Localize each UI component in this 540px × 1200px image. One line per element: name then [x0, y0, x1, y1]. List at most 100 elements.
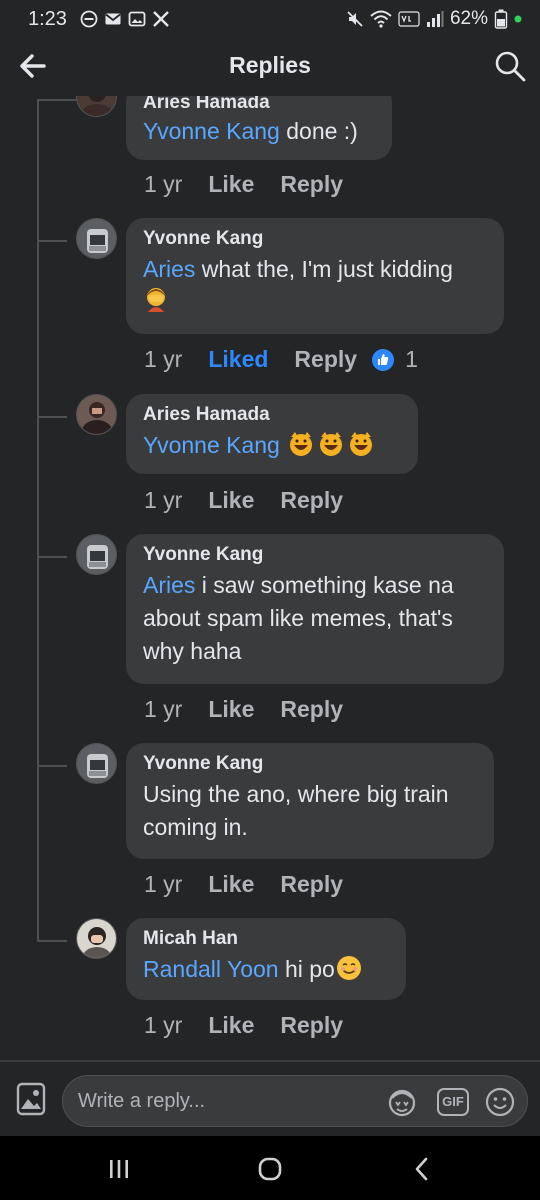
- comment-text: Aries what the, I'm just kidding: [143, 256, 453, 282]
- comment-actions: 1 yr Like Reply: [144, 487, 343, 514]
- app-header: Replies: [0, 38, 540, 96]
- active-dot-icon: [514, 15, 522, 23]
- thread-connector-line: [37, 99, 39, 941]
- home-icon[interactable]: [250, 1154, 290, 1184]
- person-facepalming-emoji-icon: [147, 288, 165, 312]
- search-icon[interactable]: [492, 48, 528, 84]
- mute-icon: [347, 11, 363, 27]
- comment-time[interactable]: 1 yr: [144, 171, 182, 198]
- avatar-image: [77, 219, 116, 258]
- avatar[interactable]: [76, 218, 117, 259]
- reply-button[interactable]: Reply: [280, 171, 343, 198]
- mail-icon: [105, 13, 121, 25]
- comment-bubble[interactable]: Yvonne Kang Aries what the, I'm just kid…: [126, 218, 504, 334]
- reply-button[interactable]: Reply: [280, 487, 343, 514]
- thread-connector-branch: [37, 556, 67, 558]
- status-time: 1:23: [28, 8, 67, 30]
- reply-button[interactable]: Reply: [280, 1012, 343, 1039]
- avatar[interactable]: [76, 96, 117, 117]
- page-title: Replies: [229, 52, 311, 78]
- avatar-image: [77, 395, 116, 434]
- comment-bubble[interactable]: Aries Hamada Yvonne Kang done :): [126, 96, 392, 160]
- recent-apps-icon[interactable]: [99, 1154, 139, 1184]
- grinning-cat-emoji-icon: [289, 432, 312, 456]
- avatar-image: [77, 744, 116, 783]
- back-nav-icon[interactable]: [402, 1154, 442, 1184]
- system-status: 62%: [346, 8, 522, 30]
- grinning-cat-emoji-icon: [319, 432, 342, 456]
- comment-text: Randall Yoon hi po: [143, 953, 389, 986]
- signal-icon: [426, 11, 444, 27]
- gif-button[interactable]: GIF: [437, 1088, 469, 1116]
- comment-author[interactable]: Yvonne Kang: [143, 228, 487, 250]
- liked-button[interactable]: Liked: [208, 346, 268, 373]
- like-button[interactable]: Like: [208, 1012, 254, 1039]
- comment-text: Using the ano, where big train coming in…: [143, 781, 449, 840]
- thread-connector-branch: [37, 765, 67, 767]
- grinning-cat-emoji-icon: [349, 432, 372, 456]
- reply-input-field[interactable]: GIF: [62, 1075, 528, 1127]
- comment-author[interactable]: Aries Hamada: [143, 96, 375, 114]
- do-not-disturb-icon: [80, 10, 98, 28]
- notification-icons: [80, 10, 170, 28]
- mention-link[interactable]: Yvonne Kang: [143, 118, 280, 144]
- comment-bubble[interactable]: Yvonne Kang Using the ano, where big tra…: [126, 743, 494, 859]
- thread-connector-branch: [37, 940, 67, 942]
- wifi-icon: [370, 10, 392, 28]
- photo-icon[interactable]: [16, 1082, 46, 1116]
- comment-text: Yvonne Kang done :): [143, 118, 358, 144]
- volte-icon: [398, 11, 420, 27]
- mention-link[interactable]: Randall Yoon: [143, 956, 279, 982]
- comment-time[interactable]: 1 yr: [144, 487, 182, 514]
- like-button[interactable]: Like: [208, 871, 254, 898]
- emoji-icon[interactable]: [483, 1086, 517, 1118]
- reply-button[interactable]: Reply: [280, 871, 343, 898]
- comment-bubble[interactable]: Micah Han Randall Yoon hi po: [126, 918, 406, 1000]
- comment-actions: 1 yr Liked Reply 1: [144, 346, 418, 373]
- thread-connector-branch: [37, 416, 67, 418]
- reply-composer: GIF: [0, 1062, 540, 1136]
- comment-emoji-line: [143, 286, 487, 316]
- avatar-sticker-icon[interactable]: [385, 1086, 419, 1118]
- comment-actions: 1 yr Like Reply: [144, 696, 343, 723]
- comment-text: Yvonne Kang: [143, 429, 401, 462]
- avatar-image: [77, 96, 116, 116]
- comment-time[interactable]: 1 yr: [144, 871, 182, 898]
- avatar[interactable]: [76, 743, 117, 784]
- like-button[interactable]: Like: [208, 171, 254, 198]
- like-button[interactable]: Like: [208, 487, 254, 514]
- gallery-icon: [128, 11, 146, 27]
- battery-icon: [494, 9, 508, 29]
- battery-percent: 62%: [449, 8, 488, 29]
- reply-input[interactable]: [78, 1086, 378, 1116]
- x-app-icon: [153, 11, 169, 27]
- comment-actions: 1 yr Like Reply: [144, 171, 343, 198]
- comment-actions: 1 yr Like Reply: [144, 1012, 343, 1039]
- comment-author[interactable]: Micah Han: [143, 928, 389, 950]
- reaction-summary[interactable]: 1: [371, 346, 418, 373]
- avatar[interactable]: [76, 534, 117, 575]
- avatar[interactable]: [76, 918, 117, 959]
- thread-connector-branch: [37, 240, 67, 242]
- comment-time[interactable]: 1 yr: [144, 1012, 182, 1039]
- comment-bubble[interactable]: Yvonne Kang Aries i saw something kase n…: [126, 534, 504, 684]
- like-button[interactable]: Like: [208, 696, 254, 723]
- mention-link[interactable]: Aries: [143, 572, 195, 598]
- comment-author[interactable]: Aries Hamada: [143, 404, 401, 426]
- reply-button[interactable]: Reply: [280, 696, 343, 723]
- avatar-image: [77, 919, 116, 958]
- mention-link[interactable]: Aries: [143, 256, 195, 282]
- comment-time[interactable]: 1 yr: [144, 346, 182, 373]
- comment-time[interactable]: 1 yr: [144, 696, 182, 723]
- comment-author[interactable]: Yvonne Kang: [143, 544, 487, 566]
- avatar[interactable]: [76, 394, 117, 435]
- reply-thread: Aries Hamada Yvonne Kang done :) 1 yr Li…: [0, 96, 540, 1060]
- reply-button[interactable]: Reply: [294, 346, 357, 373]
- smiling-face-emoji-icon: [336, 956, 361, 980]
- comment-bubble[interactable]: Aries Hamada Yvonne Kang: [126, 394, 418, 474]
- mention-link[interactable]: Yvonne Kang: [143, 432, 280, 458]
- comment-actions: 1 yr Like Reply: [144, 871, 343, 898]
- avatar-image: [77, 535, 116, 574]
- comment-author[interactable]: Yvonne Kang: [143, 753, 477, 775]
- thumbs-up-reaction-icon: [372, 348, 395, 371]
